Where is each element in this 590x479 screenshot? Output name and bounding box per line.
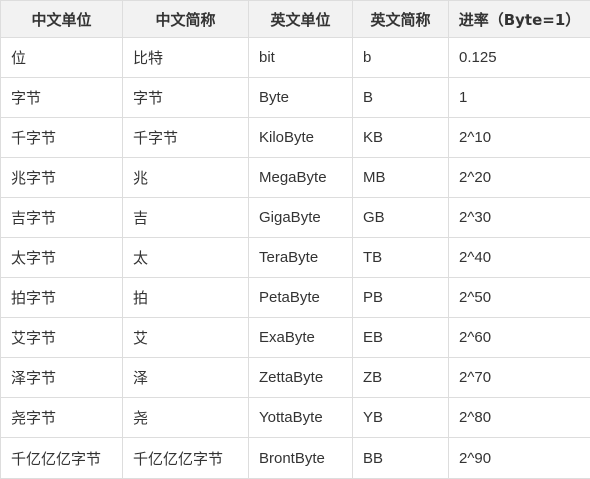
table-row: 字节字节ByteB1 xyxy=(1,78,590,118)
conversion-rate-cell: 2^10 xyxy=(449,118,590,158)
english-unit-cell: Byte xyxy=(249,78,353,118)
chinese-unit-cell: 拍字节 xyxy=(1,278,123,318)
chinese-abbr-cell: 尧 xyxy=(123,398,249,438)
english-unit-cell: KiloByte xyxy=(249,118,353,158)
table-header: 中文单位 中文简称 英文单位 英文简称 进率（Byte=1） xyxy=(1,1,590,38)
chinese-unit-cell: 艾字节 xyxy=(1,318,123,358)
english-abbr-cell: PB xyxy=(353,278,449,318)
chinese-abbr-cell: 太 xyxy=(123,238,249,278)
chinese-abbr-cell: 兆 xyxy=(123,158,249,198)
table-row: 太字节太TeraByteTB2^40 xyxy=(1,238,590,278)
english-abbr-cell: TB xyxy=(353,238,449,278)
english-unit-cell: GigaByte xyxy=(249,198,353,238)
english-abbr-cell: b xyxy=(353,38,449,78)
english-unit-cell: ExaByte xyxy=(249,318,353,358)
header-chinese-abbr: 中文简称 xyxy=(123,1,249,38)
english-abbr-cell: B xyxy=(353,78,449,118)
chinese-abbr-cell: 千字节 xyxy=(123,118,249,158)
english-unit-cell: ZettaByte xyxy=(249,358,353,398)
chinese-unit-cell: 位 xyxy=(1,38,123,78)
english-abbr-cell: ZB xyxy=(353,358,449,398)
table-row: 兆字节兆MegaByteMB2^20 xyxy=(1,158,590,198)
english-abbr-cell: GB xyxy=(353,198,449,238)
english-unit-cell: YottaByte xyxy=(249,398,353,438)
conversion-rate-cell: 2^70 xyxy=(449,358,590,398)
english-unit-cell: bit xyxy=(249,38,353,78)
english-unit-cell: TeraByte xyxy=(249,238,353,278)
chinese-unit-cell: 太字节 xyxy=(1,238,123,278)
chinese-abbr-cell: 泽 xyxy=(123,358,249,398)
table-row: 尧字节尧YottaByteYB2^80 xyxy=(1,398,590,438)
chinese-abbr-cell: 字节 xyxy=(123,78,249,118)
conversion-rate-cell: 2^50 xyxy=(449,278,590,318)
conversion-rate-cell: 1 xyxy=(449,78,590,118)
header-english-unit: 英文单位 xyxy=(249,1,353,38)
chinese-abbr-cell: 吉 xyxy=(123,198,249,238)
conversion-rate-cell: 2^90 xyxy=(449,438,590,479)
header-conversion-rate: 进率（Byte=1） xyxy=(449,1,590,38)
english-unit-cell: BrontByte xyxy=(249,438,353,479)
english-unit-cell: PetaByte xyxy=(249,278,353,318)
chinese-abbr-cell: 拍 xyxy=(123,278,249,318)
chinese-unit-cell: 吉字节 xyxy=(1,198,123,238)
table-row: 千亿亿亿字节千亿亿亿字节BrontByteBB2^90 xyxy=(1,438,590,479)
table-row: 泽字节泽ZettaByteZB2^70 xyxy=(1,358,590,398)
header-chinese-unit: 中文单位 xyxy=(1,1,123,38)
english-abbr-cell: BB xyxy=(353,438,449,479)
chinese-unit-cell: 尧字节 xyxy=(1,398,123,438)
header-english-abbr: 英文简称 xyxy=(353,1,449,38)
chinese-unit-cell: 千亿亿亿字节 xyxy=(1,438,123,479)
chinese-unit-cell: 泽字节 xyxy=(1,358,123,398)
table-row: 吉字节吉GigaByteGB2^30 xyxy=(1,198,590,238)
english-unit-cell: MegaByte xyxy=(249,158,353,198)
conversion-rate-cell: 2^30 xyxy=(449,198,590,238)
header-row: 中文单位 中文简称 英文单位 英文简称 进率（Byte=1） xyxy=(1,1,590,38)
conversion-rate-cell: 2^20 xyxy=(449,158,590,198)
chinese-unit-cell: 字节 xyxy=(1,78,123,118)
english-abbr-cell: EB xyxy=(353,318,449,358)
chinese-abbr-cell: 比特 xyxy=(123,38,249,78)
chinese-abbr-cell: 千亿亿亿字节 xyxy=(123,438,249,479)
english-abbr-cell: KB xyxy=(353,118,449,158)
conversion-rate-cell: 2^40 xyxy=(449,238,590,278)
table-row: 位比特bitb0.125 xyxy=(1,38,590,78)
table-row: 拍字节拍PetaBytePB2^50 xyxy=(1,278,590,318)
chinese-unit-cell: 兆字节 xyxy=(1,158,123,198)
table-row: 千字节千字节KiloByteKB2^10 xyxy=(1,118,590,158)
english-abbr-cell: YB xyxy=(353,398,449,438)
table-row: 艾字节艾ExaByteEB2^60 xyxy=(1,318,590,358)
unit-conversion-table: 中文单位 中文简称 英文单位 英文简称 进率（Byte=1） 位比特bitb0.… xyxy=(0,0,590,479)
chinese-abbr-cell: 艾 xyxy=(123,318,249,358)
conversion-rate-cell: 0.125 xyxy=(449,38,590,78)
conversion-rate-cell: 2^80 xyxy=(449,398,590,438)
conversion-rate-cell: 2^60 xyxy=(449,318,590,358)
table-body: 位比特bitb0.125字节字节ByteB1千字节千字节KiloByteKB2^… xyxy=(1,38,590,479)
english-abbr-cell: MB xyxy=(353,158,449,198)
chinese-unit-cell: 千字节 xyxy=(1,118,123,158)
